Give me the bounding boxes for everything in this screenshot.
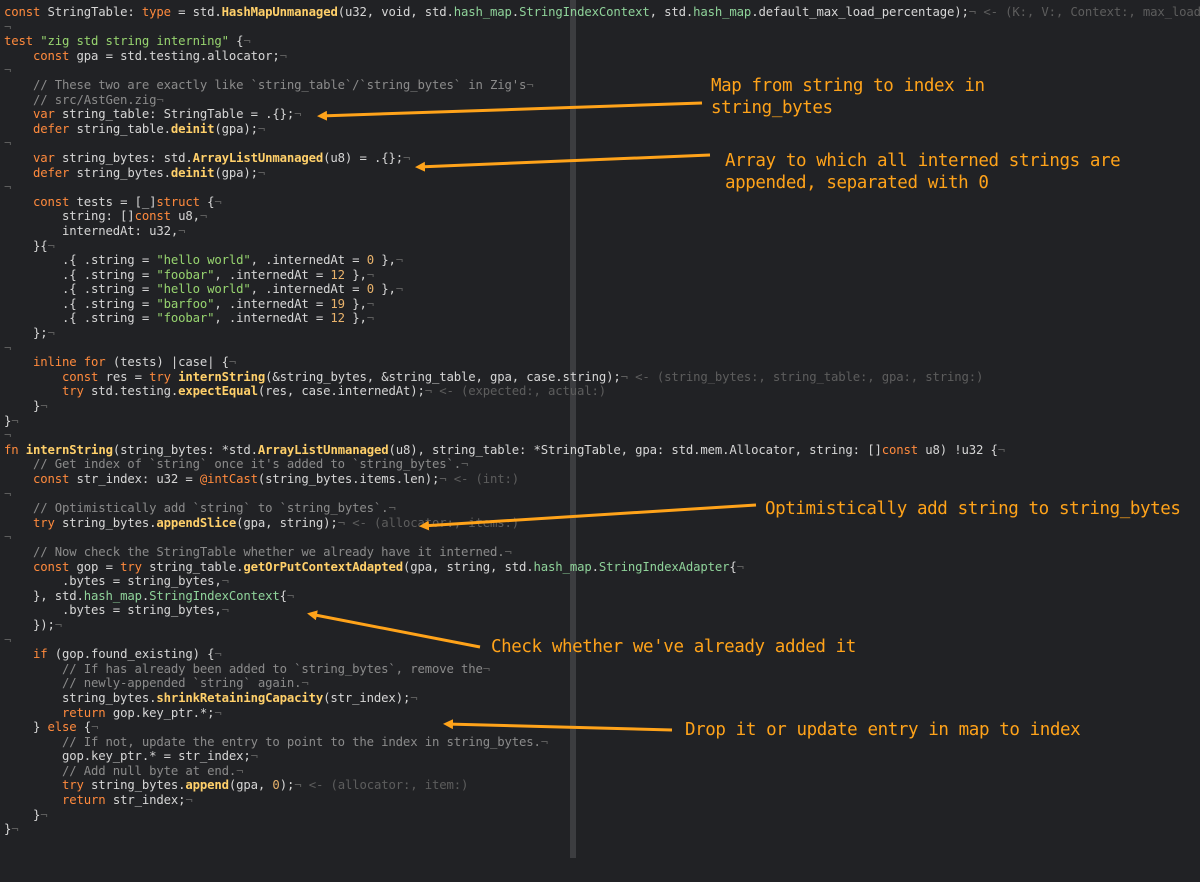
arrow-to-string-index-context [307, 610, 481, 649]
check-note: Check whether we've already added it [491, 637, 856, 657]
append-note: Optimistically add string to string_byte… [765, 499, 1181, 519]
arrow-to-append-slice [419, 503, 757, 531]
arrow-to-string-table [317, 101, 703, 121]
code-editor[interactable]: const StringTable: type = std.HashMapUnm… [0, 0, 1200, 882]
string-bytes-note: Array to which all interned strings are … [725, 151, 1121, 193]
string-table-note: Map from string to index in string_bytes [711, 76, 985, 118]
arrow-to-shrink-retaining [443, 719, 673, 732]
annotation-arrows [307, 101, 757, 732]
arrow-to-string-bytes [415, 153, 711, 172]
drop-note: Drop it or update entry in map to index [685, 720, 1081, 740]
